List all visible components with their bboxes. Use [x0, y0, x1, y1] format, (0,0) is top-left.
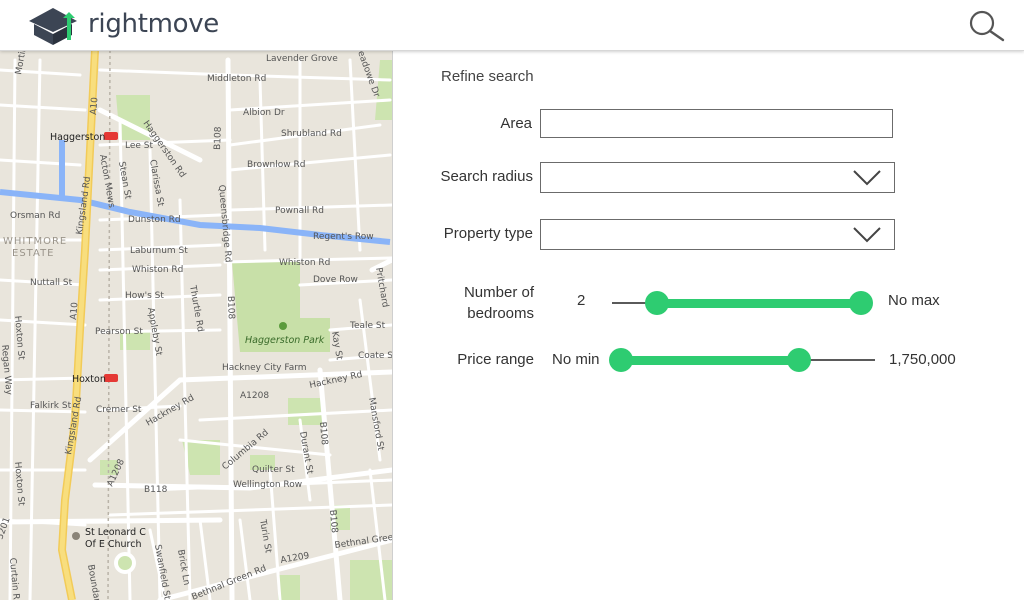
svg-text:Coate St: Coate St — [358, 351, 392, 361]
svg-text:How's St: How's St — [125, 291, 164, 301]
svg-text:Pritchard: Pritchard — [373, 267, 390, 309]
chevron-down-icon — [853, 227, 881, 243]
bedrooms-label: Number of bedrooms — [432, 282, 534, 324]
svg-text:Shrubland Rd: Shrubland Rd — [281, 129, 342, 139]
svg-text:Hackney City Farm: Hackney City Farm — [222, 363, 307, 373]
svg-text:Thurtle Rd: Thurtle Rd — [187, 284, 205, 333]
price-max-handle[interactable] — [786, 348, 811, 372]
svg-text:Albion Dr: Albion Dr — [243, 108, 285, 118]
svg-text:Haggerston Park: Haggerston Park — [245, 335, 325, 346]
svg-text:A10: A10 — [69, 302, 81, 321]
svg-text:WHITMORE: WHITMORE — [3, 236, 67, 247]
svg-text:Pearson St: Pearson St — [95, 327, 143, 337]
svg-text:Swanfield St: Swanfield St — [152, 544, 172, 600]
svg-text:Wellington Row: Wellington Row — [233, 480, 302, 490]
svg-text:Hackney Rd: Hackney Rd — [145, 393, 197, 429]
svg-text:Whiston Rd: Whiston Rd — [279, 258, 330, 268]
svg-text:Middleton Rd: Middleton Rd — [207, 74, 266, 84]
bedrooms-min-handle[interactable] — [644, 291, 669, 315]
svg-text:Laburnum St: Laburnum St — [130, 246, 188, 256]
svg-text:B108: B108 — [327, 509, 339, 533]
svg-text:Lavender Grove: Lavender Grove — [266, 54, 338, 64]
svg-text:B108: B108 — [213, 126, 224, 150]
svg-text:Hoxton St: Hoxton St — [12, 461, 26, 506]
area-label: Area — [500, 115, 532, 132]
search-radius-select[interactable] — [540, 162, 895, 193]
svg-text:Mansford St: Mansford St — [366, 397, 385, 452]
refine-search-panel: Refine search Area Search radius Propert… — [392, 50, 1024, 600]
svg-text:eadowe Dr: eadowe Dr — [355, 50, 381, 99]
svg-text:Dove Row: Dove Row — [313, 275, 358, 285]
svg-text:Kay St: Kay St — [329, 331, 344, 361]
search-icon[interactable] — [965, 8, 1007, 44]
area-input[interactable] — [540, 109, 893, 138]
search-radius-label: Search radius — [440, 168, 533, 185]
svg-text:Of E Church: Of E Church — [85, 539, 141, 550]
svg-text:Boundar: Boundar — [85, 564, 102, 600]
svg-text:Bethnal Green Rd: Bethnal Green Rd — [190, 564, 268, 600]
price-slider-fill — [621, 356, 799, 365]
svg-text:Quilter St: Quilter St — [252, 465, 295, 475]
top-bar: rightmove — [0, 0, 1024, 51]
svg-text:Cremer St: Cremer St — [96, 405, 142, 415]
bedrooms-max-value: No max — [888, 292, 940, 309]
svg-text:Acton Mews: Acton Mews — [97, 154, 116, 209]
svg-text:A1208: A1208 — [240, 391, 269, 401]
svg-text:Falkirk St: Falkirk St — [30, 401, 72, 411]
svg-text:Dunston Rd: Dunston Rd — [128, 215, 181, 225]
svg-text:Brownlow Rd: Brownlow Rd — [247, 160, 305, 170]
bedrooms-min-value: 2 — [577, 292, 586, 309]
svg-text:Hoxton: Hoxton — [72, 374, 106, 385]
svg-text:Stean St: Stean St — [116, 161, 133, 201]
svg-text:B118: B118 — [144, 485, 168, 495]
bedrooms-label-line2: bedrooms — [467, 305, 534, 322]
svg-text:A10: A10 — [89, 97, 101, 116]
svg-text:Lee St: Lee St — [125, 141, 154, 151]
price-max-value: 1,750,000 — [889, 351, 956, 368]
svg-text:ESTATE: ESTATE — [12, 248, 55, 259]
map-canvas[interactable]: Lavender Grove Middleton Rd Albion Dr Sh… — [0, 50, 392, 600]
price-min-handle[interactable] — [609, 348, 633, 372]
svg-text:Turin St: Turin St — [257, 518, 273, 555]
svg-text:Orsman Rd: Orsman Rd — [10, 211, 60, 221]
svg-text:Whiston Rd: Whiston Rd — [132, 265, 183, 275]
chevron-down-icon — [853, 170, 881, 186]
svg-text:Nuttall St: Nuttall St — [30, 278, 73, 288]
svg-text:Haggerston: Haggerston — [50, 132, 105, 143]
refine-search-title: Refine search — [441, 68, 534, 85]
svg-text:B108: B108 — [225, 296, 236, 320]
property-type-label: Property type — [443, 225, 533, 242]
svg-text:St Leonard C: St Leonard C — [85, 527, 146, 538]
map-view[interactable]: Lavender Grove Middleton Rd Albion Dr Sh… — [0, 50, 393, 600]
svg-text:Regent's Row: Regent's Row — [313, 232, 374, 242]
property-type-select[interactable] — [540, 219, 895, 250]
bedrooms-label-line1: Number of — [463, 284, 534, 301]
price-range-label: Price range — [457, 351, 534, 368]
svg-text:Teale St: Teale St — [349, 321, 386, 331]
bedrooms-slider-fill — [656, 299, 861, 308]
house-logo-icon[interactable] — [26, 4, 80, 46]
svg-text:B108: B108 — [317, 421, 329, 445]
bedrooms-max-handle[interactable] — [849, 291, 873, 315]
svg-text:Pownall Rd: Pownall Rd — [275, 206, 324, 216]
brand-name[interactable]: rightmove — [88, 9, 219, 39]
price-min-value: No min — [552, 351, 600, 368]
